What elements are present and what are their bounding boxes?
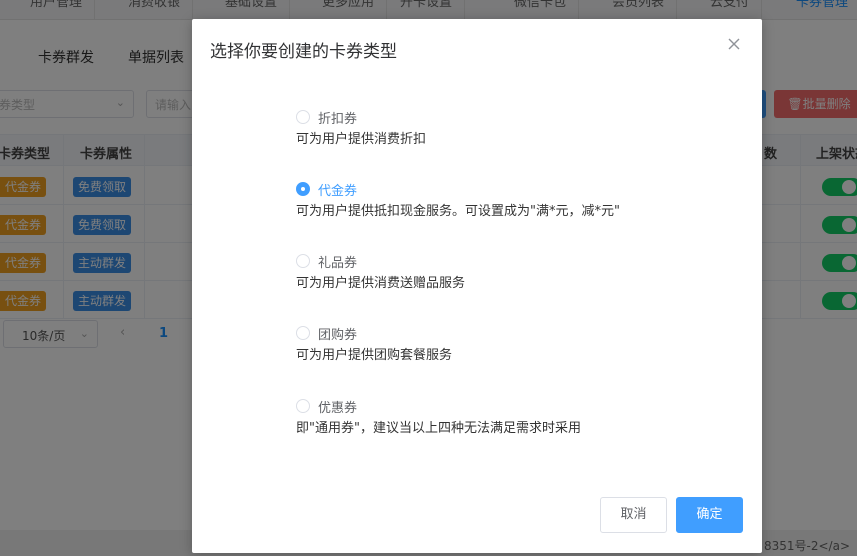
radio-group[interactable] bbox=[296, 326, 310, 340]
dialog-title: 选择你要创建的卡券类型 bbox=[210, 42, 397, 62]
option-description: 即"通用券"，建议当以上四种无法满足需求时采用 bbox=[296, 421, 581, 436]
confirm-button[interactable]: 确定 bbox=[676, 497, 743, 533]
option-description: 可为用户提供消费送赠品服务 bbox=[296, 276, 466, 291]
cancel-button[interactable]: 取消 bbox=[600, 497, 667, 533]
option-label[interactable]: 礼品券 bbox=[318, 252, 357, 271]
option-description: 可为用户提供抵扣现金服务。可设置成为"满*元，减*元" bbox=[296, 204, 620, 219]
radio-cash[interactable] bbox=[296, 182, 310, 196]
option-description: 可为用户提供消费折扣 bbox=[296, 132, 427, 147]
close-icon[interactable] bbox=[727, 37, 741, 51]
coupon-type-dialog: 选择你要创建的卡券类型 折扣券 可为用户提供消费折扣 代金券 可为用户提供抵扣现… bbox=[192, 19, 762, 553]
option-discount-coupon[interactable]: 折扣券 可为用户提供消费折扣 bbox=[296, 108, 716, 147]
option-cash-coupon[interactable]: 代金券 可为用户提供抵扣现金服务。可设置成为"满*元，减*元" bbox=[296, 180, 716, 219]
option-label[interactable]: 折扣券 bbox=[318, 108, 357, 127]
option-label[interactable]: 优惠券 bbox=[318, 397, 357, 416]
option-group-coupon[interactable]: 团购券 可为用户提供团购套餐服务 bbox=[296, 324, 716, 363]
option-label[interactable]: 代金券 bbox=[318, 180, 357, 199]
option-general-coupon[interactable]: 优惠券 即"通用券"，建议当以上四种无法满足需求时采用 bbox=[296, 397, 716, 436]
option-description: 可为用户提供团购套餐服务 bbox=[296, 348, 453, 363]
radio-discount[interactable] bbox=[296, 110, 310, 124]
footer-icp-text: 8351号-2</a> bbox=[764, 539, 851, 553]
radio-gift[interactable] bbox=[296, 254, 310, 268]
option-gift-coupon[interactable]: 礼品券 可为用户提供消费送赠品服务 bbox=[296, 252, 716, 291]
option-label[interactable]: 团购券 bbox=[318, 324, 357, 343]
radio-general[interactable] bbox=[296, 399, 310, 413]
